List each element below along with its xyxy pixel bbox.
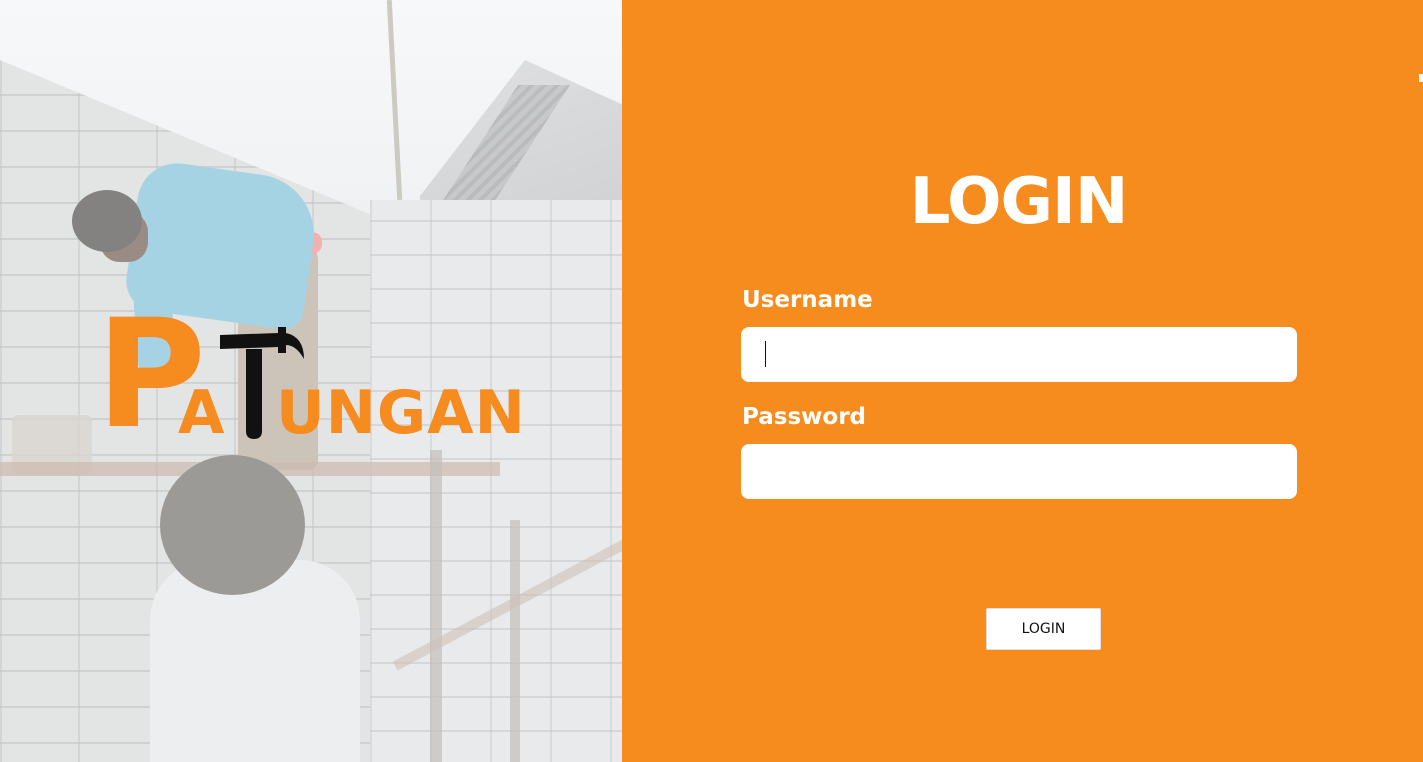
username-input[interactable] <box>741 327 1297 382</box>
login-title: LOGIN <box>909 165 1129 239</box>
username-label: Username <box>742 287 873 313</box>
password-label: Password <box>742 404 866 430</box>
brand-logo: P A UNGAN <box>96 300 556 450</box>
text-cursor <box>765 341 766 367</box>
login-button[interactable]: LOGIN <box>986 608 1101 650</box>
password-input[interactable] <box>741 444 1297 499</box>
logo-letters-ungan: UNGAN <box>276 378 526 448</box>
background-photo: P A UNGAN <box>0 0 622 762</box>
window-edge <box>1419 74 1423 82</box>
login-panel: LOGIN Username Password LOGIN <box>622 0 1423 762</box>
